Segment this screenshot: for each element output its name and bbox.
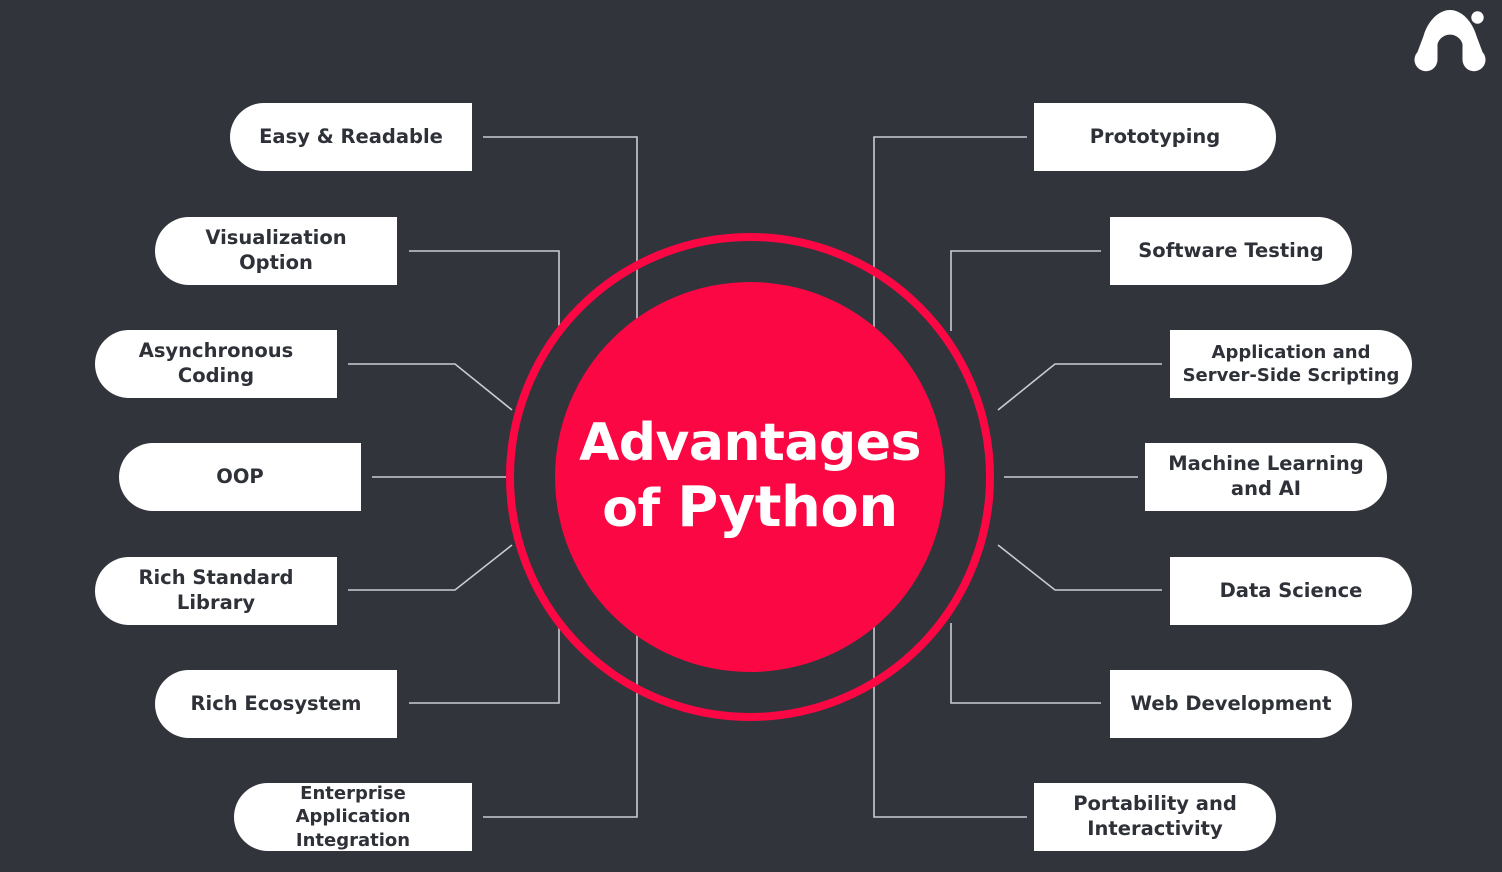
advantage-pill-rich-standard-library[interactable]: Rich Standard Library <box>95 557 337 625</box>
page-title: Advantages of Python <box>579 414 921 539</box>
connector-right-5 <box>997 544 1162 591</box>
connector-left-3 <box>348 363 513 411</box>
center-disc: Advantages of Python <box>555 282 945 672</box>
advantage-pill-portability-and-interactivity[interactable]: Portability and Interactivity <box>1034 783 1276 851</box>
advantage-pill-data-science[interactable]: Data Science <box>1170 557 1412 625</box>
advantage-pill-web-development[interactable]: Web Development <box>1110 670 1352 738</box>
arch-logo-icon <box>1414 10 1486 72</box>
advantage-pill-rich-ecosystem[interactable]: Rich Ecosystem <box>155 670 397 738</box>
advantage-pill-enterprise-application-integration[interactable]: Enterprise Application Integration <box>234 783 472 851</box>
advantage-pill-software-testing[interactable]: Software Testing <box>1110 217 1352 285</box>
logo-dot <box>1471 11 1484 24</box>
advantage-pill-asynchronous-coding[interactable]: Asynchronous Coding <box>95 330 337 398</box>
page-title-line2-prefix: of <box>602 478 678 539</box>
advantage-pill-machine-learning-and-ai[interactable]: Machine Learning and AI <box>1145 443 1387 511</box>
connector-left-6 <box>409 623 560 704</box>
connector-right-3 <box>997 363 1162 411</box>
infographic-canvas: Advantages of Python Easy & Readable Vis… <box>0 0 1502 872</box>
advantage-pill-prototyping[interactable]: Prototyping <box>1034 103 1276 171</box>
page-title-emphasis: Python <box>677 474 898 540</box>
connector-left-5 <box>348 544 513 591</box>
page-title-line2: of Python <box>579 474 921 540</box>
advantage-pill-easy-readable[interactable]: Easy & Readable <box>230 103 472 171</box>
page-title-line1: Advantages <box>579 413 921 474</box>
connector-left-2 <box>409 250 560 331</box>
connector-right-2 <box>950 250 1101 331</box>
connector-right-6 <box>950 623 1101 704</box>
advantage-pill-application-server-side-scripting[interactable]: Application and Server-Side Scripting <box>1170 330 1412 398</box>
advantage-pill-visualization-option[interactable]: Visualization Option <box>155 217 397 285</box>
advantage-pill-oop[interactable]: OOP <box>119 443 361 511</box>
